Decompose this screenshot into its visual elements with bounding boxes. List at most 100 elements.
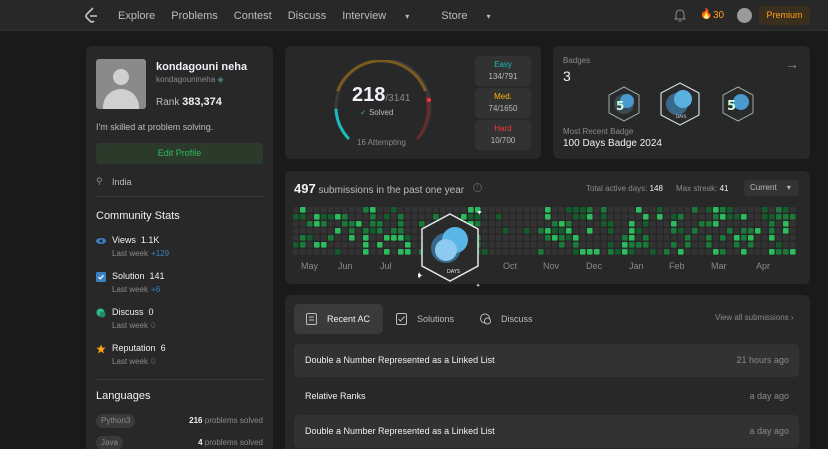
heatmap-cell[interactable] (762, 228, 768, 234)
heatmap-cell[interactable] (552, 221, 558, 227)
heatmap-cell[interactable] (769, 214, 775, 220)
heatmap-cell[interactable] (538, 249, 544, 255)
heatmap-cell[interactable] (335, 214, 341, 220)
heatmap-cell[interactable] (566, 214, 572, 220)
badge-50-days-2024-icon[interactable]: 5 (721, 86, 755, 122)
heatmap-cell[interactable] (678, 249, 684, 255)
heatmap-cell[interactable] (496, 242, 502, 248)
heatmap-cell[interactable] (699, 242, 705, 248)
heatmap-cell[interactable] (517, 242, 523, 248)
nav-contest[interactable]: Contest (234, 10, 272, 22)
heatmap-cell[interactable] (356, 228, 362, 234)
heatmap-cell[interactable] (664, 228, 670, 234)
heatmap-cell[interactable] (559, 207, 565, 213)
heatmap-cell[interactable] (643, 235, 649, 241)
heatmap-cell[interactable] (783, 207, 789, 213)
user-avatar[interactable] (737, 8, 752, 23)
heatmap-cell[interactable] (671, 249, 677, 255)
heatmap-cell[interactable] (650, 221, 656, 227)
heatmap-cell[interactable] (748, 242, 754, 248)
heatmap-cell[interactable] (790, 214, 796, 220)
heatmap-cell[interactable] (720, 249, 726, 255)
heatmap-cell[interactable] (545, 249, 551, 255)
heatmap-cell[interactable] (643, 214, 649, 220)
heatmap-cell[interactable] (755, 235, 761, 241)
heatmap-cell[interactable] (412, 235, 418, 241)
edit-profile-button[interactable]: Edit Profile (96, 143, 263, 164)
heatmap-cell[interactable] (412, 242, 418, 248)
heatmap-cell[interactable] (713, 228, 719, 234)
heatmap-cell[interactable] (377, 214, 383, 220)
heatmap-cell[interactable] (377, 249, 383, 255)
heatmap-cell[interactable] (517, 249, 523, 255)
heatmap-cell[interactable] (384, 235, 390, 241)
heatmap-cell[interactable] (790, 242, 796, 248)
heatmap-cell[interactable] (300, 228, 306, 234)
heatmap-cell[interactable] (755, 249, 761, 255)
heatmap-cell[interactable] (293, 228, 299, 234)
heatmap-cell[interactable] (573, 242, 579, 248)
heatmap-cell[interactable] (650, 249, 656, 255)
heatmap-cell[interactable] (524, 214, 530, 220)
heatmap-cell[interactable] (496, 214, 502, 220)
heatmap-cell[interactable] (335, 207, 341, 213)
difficulty-hard[interactable]: Hard 10/700 (475, 120, 531, 150)
heatmap-cell[interactable] (769, 235, 775, 241)
heatmap-cell[interactable] (671, 207, 677, 213)
heatmap-cell[interactable] (566, 249, 572, 255)
heatmap-cell[interactable] (370, 207, 376, 213)
heatmap-cell[interactable] (706, 207, 712, 213)
heatmap-cell[interactable] (391, 242, 397, 248)
premium-button[interactable]: Premium (759, 6, 810, 25)
heatmap-cell[interactable] (727, 242, 733, 248)
heatmap-cell[interactable] (608, 249, 614, 255)
heatmap-cell[interactable] (601, 242, 607, 248)
heatmap-cell[interactable] (580, 221, 586, 227)
heatmap-cell[interactable] (300, 235, 306, 241)
heatmap-cell[interactable] (587, 207, 593, 213)
heatmap-cell[interactable] (545, 214, 551, 220)
heatmap-cell[interactable] (643, 221, 649, 227)
heatmap-cell[interactable] (720, 242, 726, 248)
heatmap-cell[interactable] (685, 214, 691, 220)
heatmap-cell[interactable] (755, 221, 761, 227)
heatmap-cell[interactable] (748, 249, 754, 255)
heatmap-cell[interactable] (384, 249, 390, 255)
heatmap-cell[interactable] (412, 249, 418, 255)
heatmap-cell[interactable] (615, 228, 621, 234)
heatmap-cell[interactable] (356, 235, 362, 241)
heatmap-cell[interactable] (692, 235, 698, 241)
heatmap-cell[interactable] (622, 249, 628, 255)
heatmap-cell[interactable] (349, 214, 355, 220)
heatmap-cell[interactable] (741, 235, 747, 241)
heatmap-cell[interactable] (615, 221, 621, 227)
heatmap-cell[interactable] (594, 228, 600, 234)
heatmap-cell[interactable] (391, 235, 397, 241)
heatmap-cell[interactable] (734, 221, 740, 227)
heatmap-cell[interactable] (629, 228, 635, 234)
heatmap-cell[interactable] (412, 207, 418, 213)
heatmap-cell[interactable] (545, 235, 551, 241)
heatmap-cell[interactable] (328, 221, 334, 227)
tab-discuss[interactable]: Discuss (468, 304, 543, 334)
heatmap-cell[interactable] (342, 235, 348, 241)
heatmap-cell[interactable] (783, 235, 789, 241)
heatmap-cell[interactable] (720, 228, 726, 234)
heatmap-cell[interactable] (510, 214, 516, 220)
heatmap-cell[interactable] (349, 235, 355, 241)
heatmap-cell[interactable] (692, 242, 698, 248)
heatmap-cell[interactable] (776, 235, 782, 241)
heatmap-cell[interactable] (748, 228, 754, 234)
heatmap-cell[interactable] (398, 228, 404, 234)
heatmap-cell[interactable] (580, 207, 586, 213)
heatmap-cell[interactable] (601, 221, 607, 227)
heatmap-cell[interactable] (706, 242, 712, 248)
heatmap-cell[interactable] (293, 214, 299, 220)
heatmap-cell[interactable] (321, 221, 327, 227)
heatmap-cell[interactable] (293, 221, 299, 227)
heatmap-cell[interactable] (524, 228, 530, 234)
heatmap-cell[interactable] (685, 235, 691, 241)
heatmap-cell[interactable] (601, 214, 607, 220)
heatmap-cell[interactable] (503, 207, 509, 213)
heatmap-cell[interactable] (622, 242, 628, 248)
